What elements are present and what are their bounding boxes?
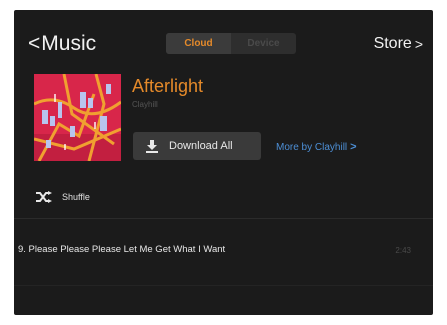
shuffle-label: Shuffle	[62, 192, 90, 202]
artist-name: Clayhill	[132, 100, 158, 109]
track-duration: 2:43	[395, 246, 411, 255]
tab-device[interactable]: Device	[231, 33, 296, 54]
shuffle-button[interactable]: Shuffle	[36, 191, 90, 203]
download-all-button[interactable]: Download All	[133, 132, 261, 160]
tab-cloud[interactable]: Cloud	[166, 33, 231, 54]
cloud-device-toggle: Cloud Device	[166, 33, 296, 54]
chevron-right-icon: >	[414, 36, 423, 52]
top-bar: < Music Cloud Device Store >	[14, 10, 433, 74]
chevron-right-icon: >	[350, 141, 357, 153]
download-all-label: Download All	[169, 140, 233, 152]
album-title: Afterlight	[132, 76, 204, 96]
more-by-artist-label: More by Clayhill	[276, 141, 348, 153]
store-button[interactable]: Store >	[374, 35, 423, 53]
divider	[14, 285, 433, 286]
track-title: 9. Please Please Please Let Me Get What …	[18, 244, 226, 255]
back-label: Music	[41, 32, 97, 55]
back-to-music-button[interactable]: < Music	[28, 32, 96, 56]
track-row[interactable]: 9. Please Please Please Let Me Get What …	[14, 232, 433, 272]
shuffle-icon	[36, 191, 52, 203]
divider	[14, 218, 433, 219]
store-label: Store	[373, 35, 412, 52]
music-app-screen: < Music Cloud Device Store > Afterlight …	[14, 10, 433, 315]
download-icon	[145, 139, 159, 153]
more-by-artist-link[interactable]: More by Clayhill >	[276, 141, 357, 153]
album-art[interactable]	[34, 74, 121, 161]
chevron-left-icon: <	[28, 32, 41, 55]
